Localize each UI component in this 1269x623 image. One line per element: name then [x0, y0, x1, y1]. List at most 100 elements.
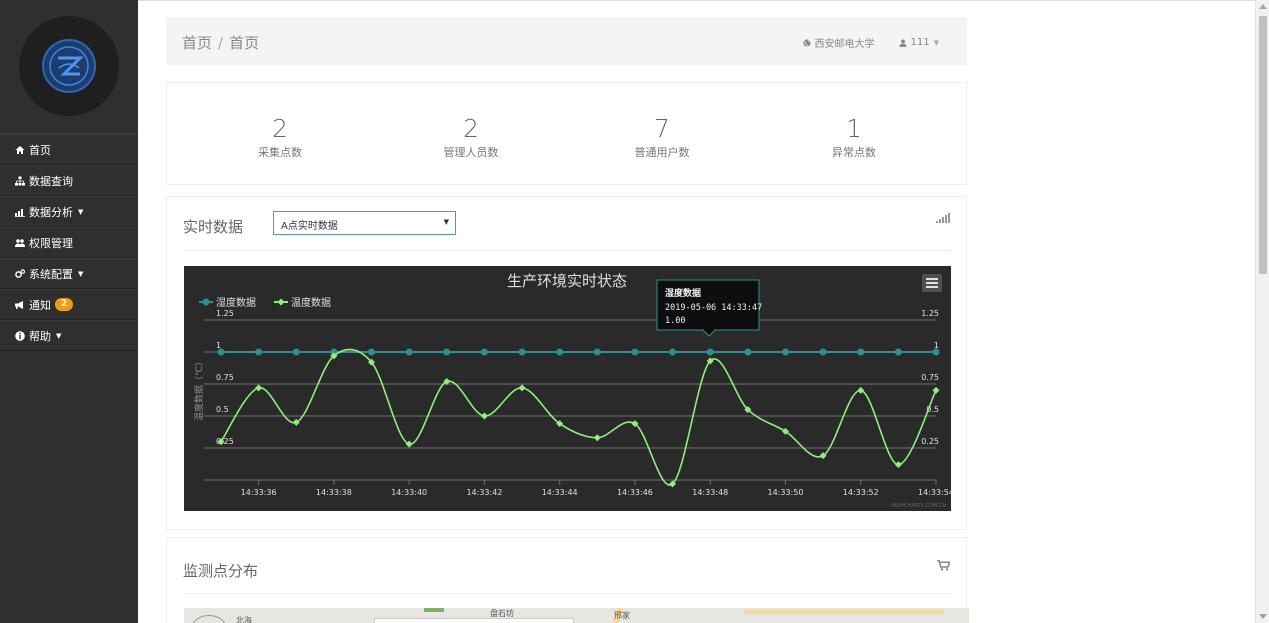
- home-icon: [15, 145, 25, 154]
- data-point-humidity[interactable]: [781, 348, 789, 356]
- breadcrumb: 首页 / 首页: [182, 32, 259, 53]
- chevron-down-icon: ▼: [56, 331, 62, 340]
- tooltip-time: 2019-05-06 14:33:47: [665, 303, 762, 313]
- stat-label: 采集点数: [258, 146, 302, 159]
- breadcrumb-separator: /: [218, 34, 224, 52]
- signal-icon[interactable]: [936, 213, 950, 223]
- info-icon: [15, 330, 25, 341]
- data-point-humidity[interactable]: [593, 348, 601, 356]
- panel-title: 实时数据: [183, 218, 244, 236]
- realtime-panel: 实时数据 A点实时数据 ▼ 生产环境实时状态 湿度数据 温度数据 温度数据（℃）…: [166, 196, 967, 530]
- stat-value: 7: [654, 114, 670, 143]
- data-point-humidity[interactable]: [480, 348, 488, 356]
- y-tick-label-right: 0.75: [921, 373, 939, 382]
- page-scrollbar[interactable]: [1255, 0, 1269, 623]
- data-point-temperature[interactable]: [932, 386, 940, 394]
- data-point-humidity[interactable]: [518, 348, 526, 356]
- sidebar-item-label: 系统配置: [29, 267, 73, 281]
- sitemap-icon: [15, 176, 25, 185]
- data-point-temperature[interactable]: [255, 384, 263, 392]
- x-tick-label: 14:33:50: [768, 488, 804, 497]
- scroll-up-icon[interactable]: [1259, 4, 1267, 9]
- sidebar-item-home[interactable]: 首页: [0, 134, 138, 165]
- chart-menu-button[interactable]: [922, 274, 942, 292]
- divider: [183, 593, 951, 594]
- sidebar-item-data-query[interactable]: 数据查询: [0, 165, 138, 196]
- data-point-temperature[interactable]: [857, 386, 865, 394]
- chart-canvas: 生产环境实时状态 湿度数据 温度数据 温度数据（℃） 1.25 1.251 10…: [193, 272, 951, 509]
- stats-panel: 2 采集点数 2 管理人员数 7 普通用户数 1 异常点数: [166, 82, 967, 185]
- university-logo-icon: [42, 39, 96, 93]
- series-line-temperature: [220, 348, 937, 486]
- data-point-humidity[interactable]: [669, 348, 677, 356]
- point-select[interactable]: A点实时数据 ▼: [273, 211, 456, 235]
- legend-item-humidity[interactable]: 湿度数据: [199, 296, 256, 309]
- stat-label: 管理人员数: [443, 146, 499, 159]
- data-point-temperature[interactable]: [480, 412, 488, 420]
- data-point-humidity[interactable]: [405, 348, 413, 356]
- stat-collection-points: 2 采集点数: [185, 115, 375, 160]
- legend-label: 湿度数据: [216, 296, 256, 309]
- data-point-humidity[interactable]: [631, 348, 639, 356]
- stat-admins: 2 管理人员数: [376, 115, 566, 160]
- data-point-humidity[interactable]: [217, 348, 225, 356]
- panel-title: 监测点分布: [183, 562, 259, 580]
- stat-anomalies: 1 异常点数: [759, 115, 949, 160]
- data-point-humidity[interactable]: [819, 348, 827, 356]
- sidebar-item-notifications[interactable]: 通知 2: [0, 289, 138, 320]
- location-label: 西安邮电大学: [814, 39, 875, 50]
- chevron-down-icon: ▼: [933, 38, 939, 47]
- y-tick-label: 1.25: [216, 309, 234, 318]
- page-header: 首页 / 首页 西安邮电大学 111 ▼: [166, 17, 967, 65]
- chart-title: 生产环境实时状态: [507, 272, 627, 290]
- data-point-temperature[interactable]: [518, 384, 526, 392]
- user-icon: [898, 38, 907, 47]
- header-right: 西安邮电大学 111 ▼: [802, 35, 939, 50]
- tooltip-series: 湿度数据: [665, 287, 701, 299]
- sidebar-item-data-analysis[interactable]: 数据分析 ▼: [0, 196, 138, 227]
- sidebar-item-label: 帮助: [29, 329, 51, 343]
- x-tick-label: 14:33:46: [617, 488, 653, 497]
- chevron-down-icon: ▼: [443, 218, 449, 226]
- users-icon: [15, 238, 25, 247]
- sidebar-item-label: 通知: [29, 298, 51, 312]
- data-point-humidity[interactable]: [368, 348, 376, 356]
- chevron-down-icon: ▼: [78, 269, 84, 278]
- data-point-humidity[interactable]: [932, 348, 940, 356]
- data-point-temperature[interactable]: [894, 461, 902, 469]
- sidebar-item-system-config[interactable]: 系统配置 ▼: [0, 258, 138, 289]
- y-tick-label-right: 0.25: [921, 437, 939, 446]
- data-point-humidity[interactable]: [857, 348, 865, 356]
- scroll-down-icon[interactable]: [1259, 614, 1267, 619]
- y-axis-title: 温度数据（℃）: [193, 357, 205, 421]
- data-point-humidity[interactable]: [706, 348, 714, 356]
- globe-icon: [802, 38, 811, 47]
- app-root: 首页 数据查询 数据分析 ▼ 权限管理 系统配置 ▼ 通知 2 帮助 ▼ 首页 …: [0, 0, 1269, 623]
- user-menu[interactable]: 111 ▼: [898, 37, 939, 48]
- data-point-humidity[interactable]: [744, 348, 752, 356]
- data-point-humidity[interactable]: [443, 348, 451, 356]
- data-point-humidity[interactable]: [255, 348, 263, 356]
- sidebar-item-label: 数据查询: [29, 174, 73, 188]
- map-view[interactable]: 北海 盘石坊 邢家: [184, 608, 969, 623]
- data-point-humidity[interactable]: [894, 348, 902, 356]
- x-tick-label: 14:33:38: [316, 488, 352, 497]
- cart-icon[interactable]: [937, 560, 950, 571]
- sidebar-menu: 首页 数据查询 数据分析 ▼ 权限管理 系统配置 ▼ 通知 2 帮助 ▼: [0, 133, 138, 351]
- legend-item-temperature[interactable]: 温度数据: [274, 296, 331, 309]
- gears-icon: [15, 268, 25, 278]
- data-point-humidity[interactable]: [556, 348, 564, 356]
- chart-credit[interactable]: HIGHCHARTS.COM.CN: [891, 503, 946, 509]
- data-point-humidity[interactable]: [292, 348, 300, 356]
- data-point-temperature[interactable]: [593, 434, 601, 442]
- legend-label: 温度数据: [291, 296, 331, 309]
- scrollbar-thumb[interactable]: [1259, 16, 1267, 274]
- top-border: [138, 0, 1255, 1]
- sidebar-item-permissions[interactable]: 权限管理: [0, 227, 138, 258]
- chart-tooltip: 湿度数据 2019-05-06 14:33:47 1.00: [656, 279, 762, 337]
- x-tick-label: 14:33:44: [542, 488, 578, 497]
- bullhorn-icon: [15, 300, 23, 309]
- breadcrumb-item[interactable]: 首页: [182, 34, 212, 52]
- sidebar-item-help[interactable]: 帮助 ▼: [0, 320, 138, 351]
- stat-value: 1: [846, 114, 862, 143]
